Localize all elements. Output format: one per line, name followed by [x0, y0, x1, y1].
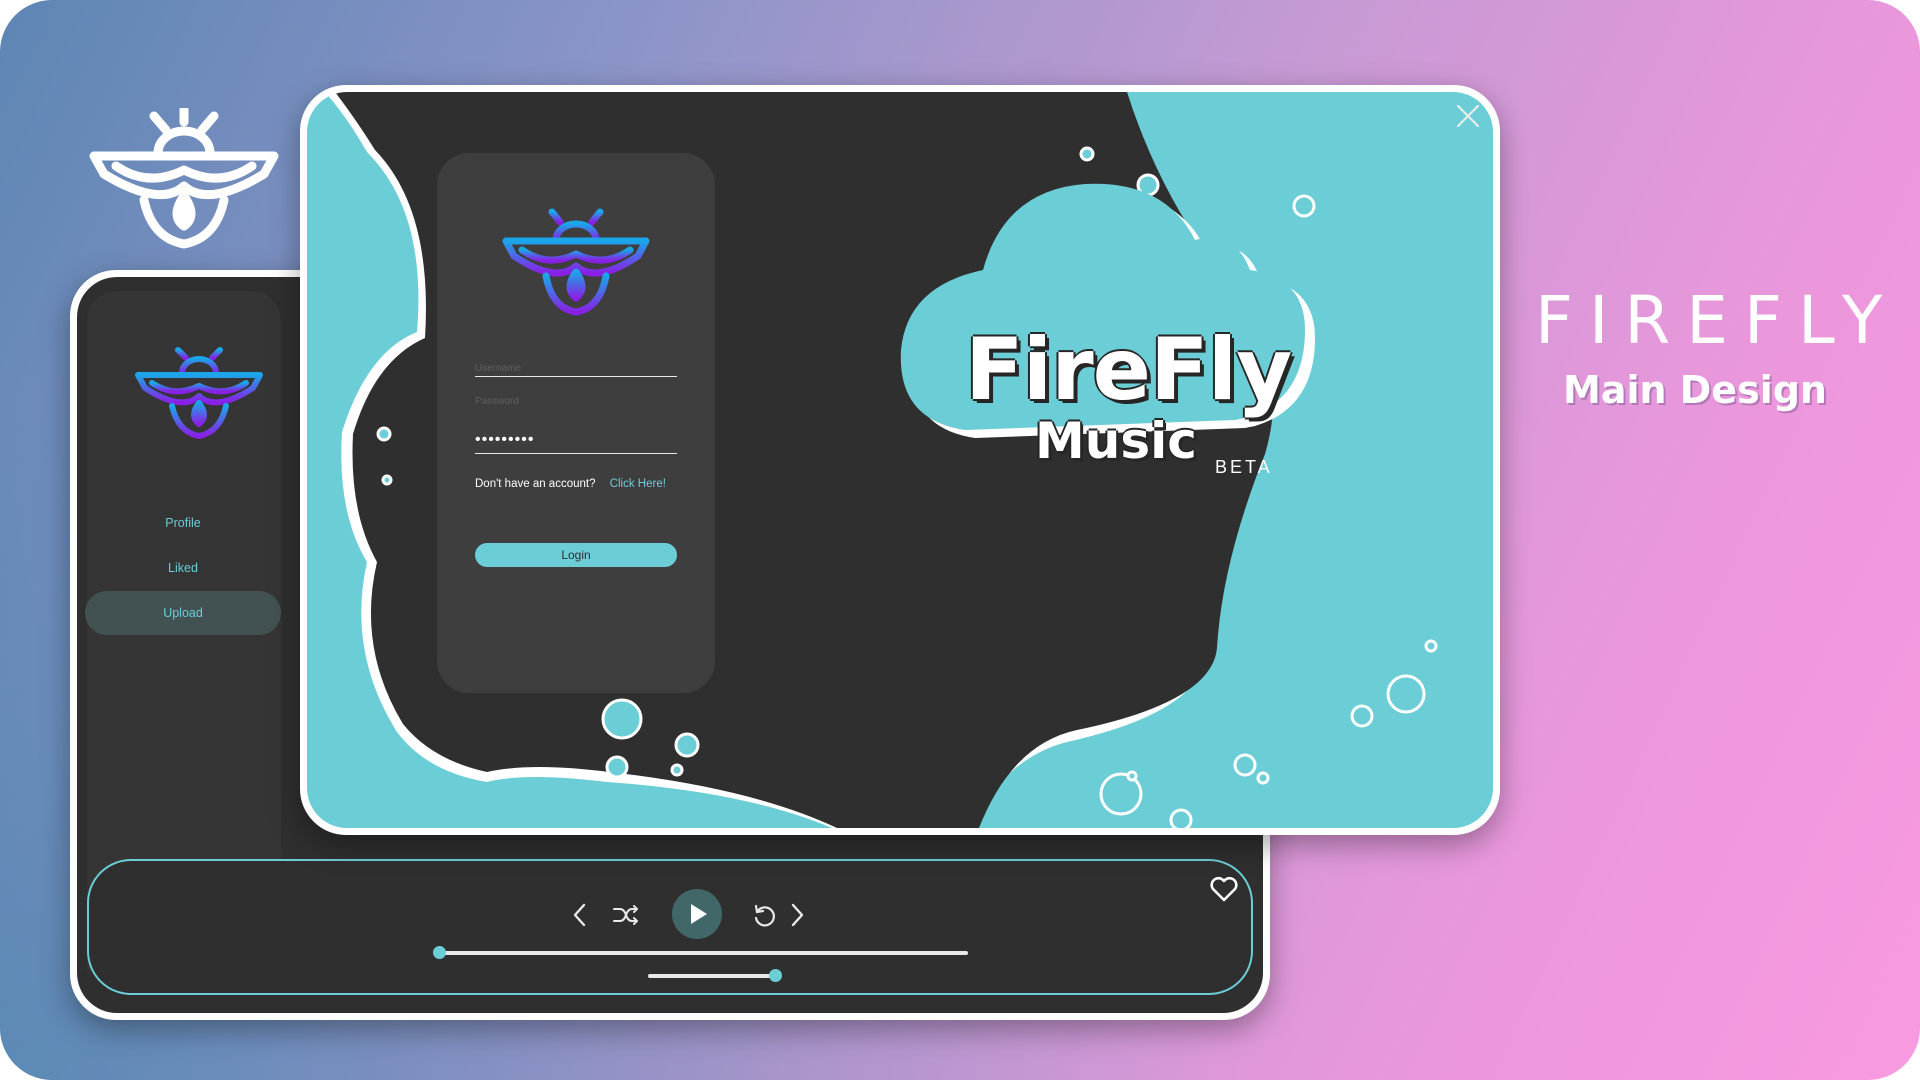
progress-thumb[interactable] — [433, 946, 446, 959]
showcase-subtitle: Main Design — [1563, 368, 1827, 412]
player-controls — [87, 859, 1253, 995]
sidebar-item-liked[interactable]: Liked — [85, 546, 281, 590]
login-card: Username Password ••••••••• Don't have a… — [437, 153, 715, 693]
firefly-logo-icon — [89, 108, 279, 249]
password-placeholder: Password — [475, 396, 519, 407]
signup-row: Don't have an account? Click Here! — [475, 478, 685, 490]
firefly-logo-icon — [135, 347, 263, 439]
beta-badge: BETA — [1215, 457, 1273, 477]
login-button[interactable]: Login — [475, 543, 677, 567]
signup-prompt: Don't have an account? — [475, 478, 596, 490]
username-field[interactable]: Username — [475, 358, 677, 377]
close-icon[interactable] — [1455, 103, 1481, 129]
shuffle-icon[interactable] — [612, 903, 640, 927]
repeat-icon[interactable] — [752, 903, 778, 929]
brand-logo: FireFly Music BETA — [895, 150, 1375, 490]
sidebar-item-profile[interactable]: Profile — [85, 501, 281, 545]
firefly-logo-icon — [502, 208, 650, 316]
volume-thumb[interactable] — [769, 969, 782, 982]
password-value: ••••••••• — [475, 431, 535, 448]
brand-product: Music — [1035, 412, 1197, 470]
play-button[interactable] — [672, 889, 722, 939]
volume-bar[interactable] — [648, 974, 778, 978]
password-field[interactable]: ••••••••• — [475, 431, 677, 454]
username-placeholder: Username — [475, 363, 522, 374]
brand-name: FireFly — [965, 320, 1292, 420]
signup-link[interactable]: Click Here! — [610, 478, 666, 490]
next-icon[interactable] — [789, 903, 805, 927]
password-label: Password — [475, 391, 677, 407]
previous-icon[interactable] — [572, 903, 588, 927]
heart-icon[interactable] — [1209, 875, 1239, 903]
progress-bar[interactable] — [438, 951, 968, 955]
sidebar-item-upload[interactable]: Upload — [85, 591, 281, 635]
showcase-title: FIREFLY — [1535, 282, 1899, 359]
play-icon — [691, 904, 707, 924]
